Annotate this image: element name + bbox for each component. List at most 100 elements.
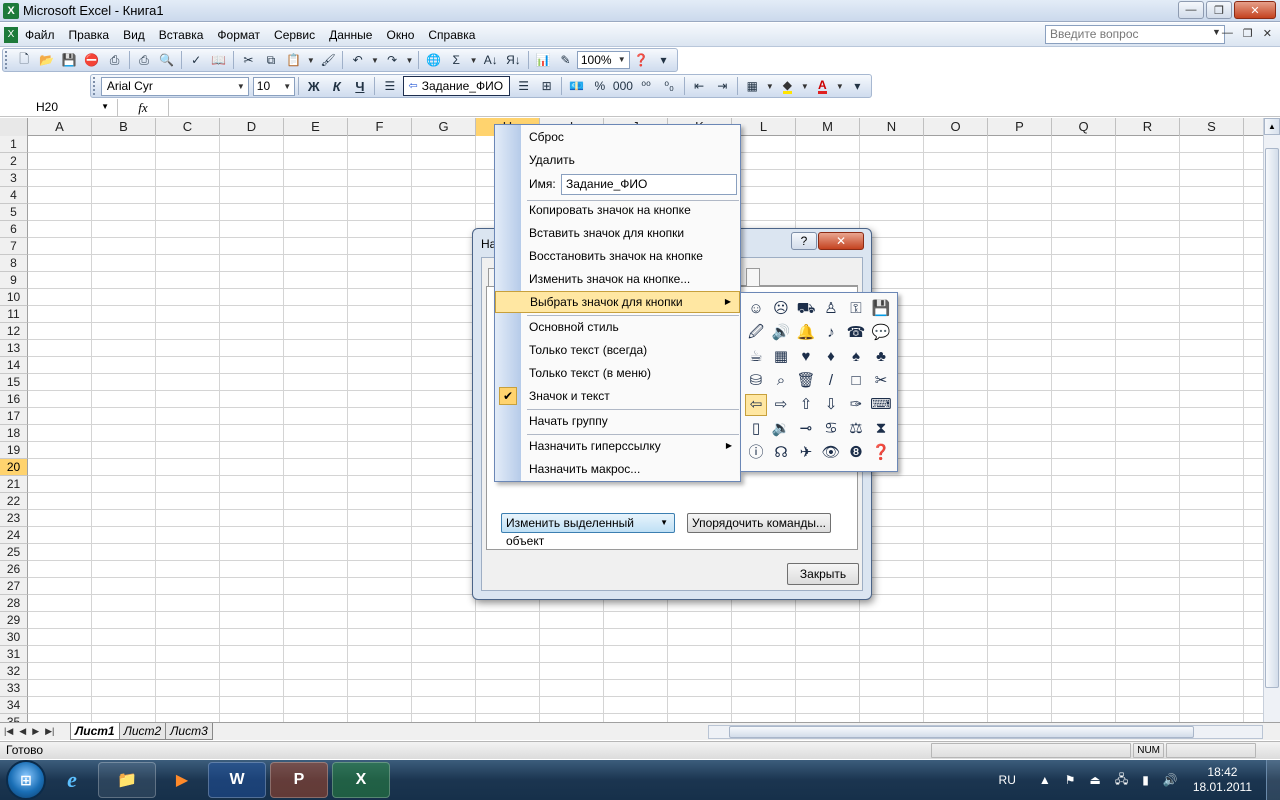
workbook-icon[interactable]: X: [4, 26, 18, 43]
font-dropdown-icon[interactable]: ▼: [237, 78, 245, 95]
undo-dropdown-icon[interactable]: ▼: [371, 56, 379, 65]
palette-icon[interactable]: ❽: [845, 442, 867, 464]
underline-button[interactable]: Ч: [349, 76, 370, 96]
menu-reset[interactable]: Сброс: [495, 126, 740, 148]
palette-icon[interactable]: ♦: [820, 346, 842, 368]
excel-taskbar-icon[interactable]: X: [332, 762, 390, 798]
sort-descending-icon[interactable]: Я↓: [503, 50, 524, 70]
font-size-combobox[interactable]: 10 ▼: [252, 76, 296, 96]
show-desktop-button[interactable]: [1266, 760, 1280, 800]
button-name-input[interactable]: Задание_ФИО: [561, 174, 737, 195]
menu-assign-macro[interactable]: Назначить макрос...: [495, 458, 740, 480]
borders-dropdown-icon[interactable]: ▼: [766, 82, 774, 91]
row-header[interactable]: 22: [0, 493, 28, 510]
autosum-dropdown-icon[interactable]: ▼: [470, 56, 478, 65]
column-header[interactable]: Q: [1052, 118, 1116, 136]
hyperlink-icon[interactable]: 🌐: [423, 50, 444, 70]
power-icon[interactable]: ▮: [1142, 773, 1149, 787]
palette-icon[interactable]: ⚿: [845, 298, 867, 320]
palette-icon[interactable]: ⇦: [745, 394, 767, 416]
first-sheet-icon[interactable]: |◀: [4, 726, 13, 737]
column-header[interactable]: F: [348, 118, 412, 136]
row-header[interactable]: 5: [0, 204, 28, 221]
palette-icon[interactable]: 💬: [870, 322, 892, 344]
palette-icon[interactable]: ☺: [745, 298, 767, 320]
permission-icon[interactable]: ⛔: [82, 50, 103, 70]
row-header[interactable]: 7: [0, 238, 28, 255]
row-header[interactable]: 15: [0, 374, 28, 391]
palette-icon[interactable]: 🔉: [770, 418, 792, 440]
restore-button[interactable]: ❐: [1206, 1, 1232, 19]
menu-edit[interactable]: Правка: [62, 25, 117, 45]
scroll-up-icon[interactable]: ▲: [1264, 118, 1280, 135]
language-indicator[interactable]: RU: [999, 773, 1016, 787]
decrease-indent-icon[interactable]: ⇤: [689, 76, 710, 96]
row-header[interactable]: 17: [0, 408, 28, 425]
insert-function-icon[interactable]: fx: [118, 100, 168, 116]
undo-icon[interactable]: ↶: [347, 50, 368, 70]
currency-icon[interactable]: 💶: [566, 76, 587, 96]
minimize-button[interactable]: —: [1178, 1, 1204, 19]
palette-icon[interactable]: 💾: [870, 298, 892, 320]
powerpoint-taskbar-icon[interactable]: P: [270, 762, 328, 798]
dialog-close-icon[interactable]: ✕: [818, 232, 864, 250]
row-header[interactable]: 11: [0, 306, 28, 323]
ask-dropdown-icon[interactable]: ▼: [1212, 27, 1221, 37]
sheet-tab-1[interactable]: Лист1: [70, 723, 120, 740]
menu-data[interactable]: Данные: [322, 25, 379, 45]
menu-begin-group[interactable]: Начать группу: [495, 410, 740, 432]
column-header[interactable]: S: [1180, 118, 1244, 136]
copy-icon[interactable]: ⧉: [261, 50, 282, 70]
row-header[interactable]: 8: [0, 255, 28, 272]
palette-icon[interactable]: ⛟: [795, 298, 817, 320]
row-header[interactable]: 35: [0, 714, 28, 722]
volume-icon[interactable]: 🔊: [1163, 773, 1178, 787]
menu-insert[interactable]: Вставка: [152, 25, 211, 45]
increase-decimal-icon[interactable]: ⁰⁰: [635, 76, 656, 96]
palette-icon[interactable]: ⇨: [770, 394, 792, 416]
palette-icon[interactable]: ♠: [845, 346, 867, 368]
menu-edit-icon[interactable]: Изменить значок на кнопке...: [495, 268, 740, 290]
word-taskbar-icon[interactable]: W: [208, 762, 266, 798]
palette-icon[interactable]: ❓: [870, 442, 892, 464]
palette-icon[interactable]: 🔊: [770, 322, 792, 344]
row-header[interactable]: 6: [0, 221, 28, 238]
toolbar-options-icon[interactable]: ▾: [653, 50, 674, 70]
palette-icon[interactable]: ♥: [795, 346, 817, 368]
toolbar-options-icon-2[interactable]: ▾: [847, 76, 868, 96]
row-header[interactable]: 4: [0, 187, 28, 204]
clock[interactable]: 18:42 18.01.2011: [1193, 765, 1252, 795]
align-right-icon[interactable]: ☰: [513, 76, 534, 96]
row-header[interactable]: 19: [0, 442, 28, 459]
chart-wizard-icon[interactable]: 📊: [533, 50, 554, 70]
menu-delete[interactable]: Удалить: [495, 149, 740, 171]
print-icon[interactable]: ⎙: [134, 50, 155, 70]
print-preview-icon[interactable]: ⎙: [104, 50, 125, 70]
palette-icon[interactable]: ☎: [845, 322, 867, 344]
palette-icon[interactable]: 🔔: [795, 322, 817, 344]
row-header[interactable]: 31: [0, 646, 28, 663]
toolbar-gripper[interactable]: [5, 51, 11, 69]
custom-macro-button[interactable]: ⇦ Задание_ФИО: [403, 76, 511, 96]
decrease-decimal-icon[interactable]: ⁰₀: [659, 76, 680, 96]
menu-copy-icon[interactable]: Копировать значок на кнопке: [495, 199, 740, 221]
toolbar-gripper-2[interactable]: [93, 77, 99, 95]
menu-help[interactable]: Справка: [421, 25, 482, 45]
menu-view[interactable]: Вид: [116, 25, 152, 45]
paste-dropdown-icon[interactable]: ▼: [307, 56, 315, 65]
sheet-tab-3[interactable]: Лист3: [165, 723, 213, 740]
row-header[interactable]: 12: [0, 323, 28, 340]
palette-icon[interactable]: ✈: [795, 442, 817, 464]
row-header[interactable]: 18: [0, 425, 28, 442]
menu-tools[interactable]: Сервис: [267, 25, 322, 45]
column-header[interactable]: P: [988, 118, 1052, 136]
palette-icon[interactable]: ▯: [745, 418, 767, 440]
open-icon[interactable]: 📂: [36, 50, 57, 70]
palette-icon[interactable]: ☹: [770, 298, 792, 320]
fill-color-icon[interactable]: ◆: [777, 76, 798, 96]
menu-file[interactable]: Файл: [18, 25, 62, 45]
name-box[interactable]: H20 ▼: [0, 99, 118, 116]
menu-paste-icon[interactable]: Вставить значок для кнопки: [495, 222, 740, 244]
merge-center-icon[interactable]: ⊞: [536, 76, 557, 96]
row-header[interactable]: 25: [0, 544, 28, 561]
